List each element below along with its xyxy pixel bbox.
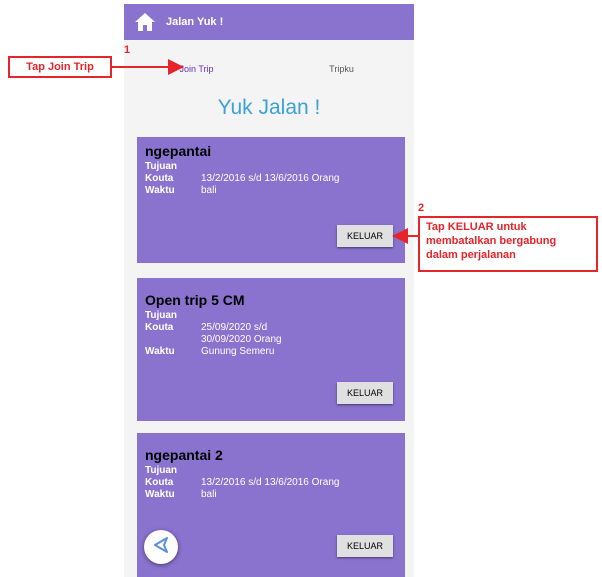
tutorial-screenshot: Jalan Yuk ! Join Trip Tripku Yuk Jalan !…: [0, 0, 602, 577]
annotation-arrows: [112, 59, 418, 244]
